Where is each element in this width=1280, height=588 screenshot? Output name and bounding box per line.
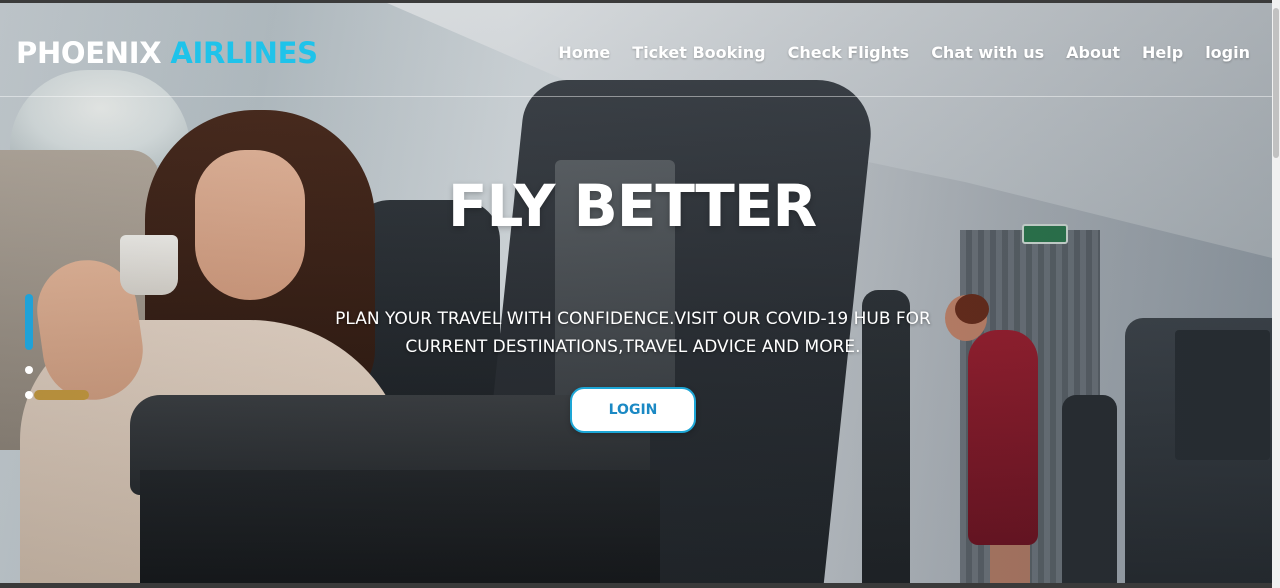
carousel-indicator-dot[interactable]: [25, 391, 33, 399]
hero-subtitle-line: CURRENT DESTINATIONS,TRAVEL ADVICE AND M…: [405, 337, 861, 357]
brand-logo[interactable]: PHOENIX AIRLINES: [16, 36, 318, 70]
hero-title: FLY BETTER: [447, 172, 817, 240]
nav-home[interactable]: Home: [558, 43, 610, 62]
hero-subtitle: PLAN YOUR TRAVEL WITH CONFIDENCE.VISIT O…: [320, 305, 946, 361]
login-button[interactable]: LOGIN: [570, 387, 696, 433]
page-scrollbar[interactable]: [1272, 0, 1280, 588]
brand-name: PHOENIX: [16, 36, 162, 70]
nav-help[interactable]: Help: [1142, 43, 1183, 62]
site-header: PHOENIX AIRLINES Home Ticket Booking Chec…: [0, 0, 1280, 97]
nav-about[interactable]: About: [1066, 43, 1120, 62]
nav-check-flights[interactable]: Check Flights: [788, 43, 910, 62]
nav-ticket-booking[interactable]: Ticket Booking: [632, 43, 765, 62]
scrollbar-thumb[interactable]: [1273, 8, 1279, 158]
nav-chat-with-us[interactable]: Chat with us: [931, 43, 1044, 62]
hero-subtitle-line: PLAN YOUR TRAVEL WITH CONFIDENCE.VISIT O…: [335, 309, 931, 329]
nav-login[interactable]: login: [1205, 43, 1250, 62]
carousel-indicator-active[interactable]: [25, 294, 33, 350]
brand-name-accent: AIRLINES: [170, 36, 318, 70]
carousel-indicator-dot[interactable]: [25, 366, 33, 374]
bottom-edge: [0, 583, 1272, 588]
main-nav: Home Ticket Booking Check Flights Chat w…: [558, 43, 1250, 62]
